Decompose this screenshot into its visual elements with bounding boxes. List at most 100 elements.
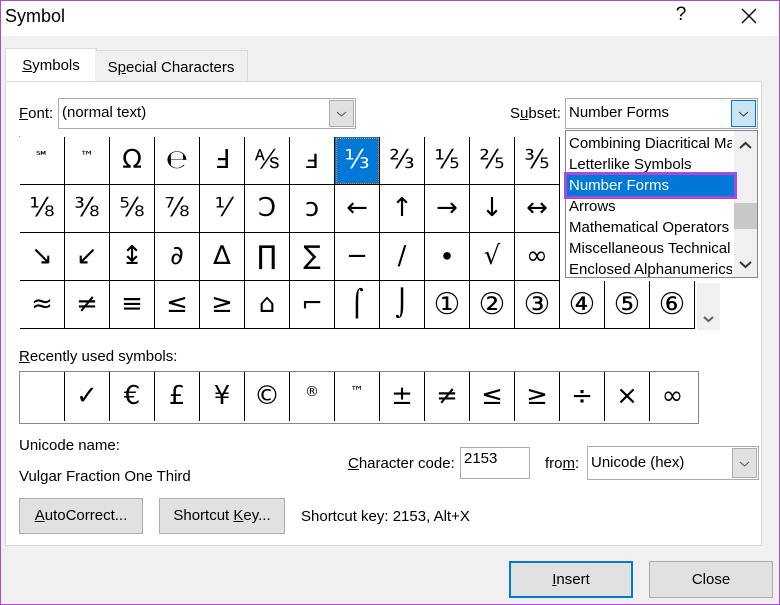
symbol-cell[interactable]: ≥ — [200, 281, 245, 329]
symbol-cell[interactable]: ⑥ — [650, 281, 695, 329]
symbol-cell[interactable]: ∆ — [200, 233, 245, 281]
grid-scrollbar[interactable] — [697, 283, 720, 330]
symbol-cell[interactable]: ∑ — [290, 233, 335, 281]
scroll-down-icon[interactable] — [697, 283, 720, 330]
symbol-cell[interactable]: ∞ — [515, 233, 560, 281]
insert-button[interactable]: Insert — [509, 561, 633, 598]
symbol-cell[interactable]: ⅗ — [515, 137, 560, 185]
symbol-cell[interactable]: − — [335, 233, 380, 281]
scroll-down-icon[interactable] — [734, 255, 757, 275]
symbol-cell[interactable]: → — [425, 185, 470, 233]
symbol-cell[interactable]: ↨ — [110, 233, 155, 281]
symbol-cell[interactable]: ⅝ — [110, 185, 155, 233]
scroll-thumb[interactable] — [734, 203, 757, 229]
recent-symbol-cell[interactable]: ± — [380, 372, 425, 421]
symbol-cell[interactable]: ∕ — [380, 233, 425, 281]
symbol-cell[interactable]: ⅎ — [290, 137, 335, 185]
symbol-cell[interactable]: ⑤ — [605, 281, 650, 329]
recent-symbol-cell[interactable]: ✓ — [65, 372, 110, 421]
tab-special-characters[interactable]: Special Characters — [95, 50, 248, 83]
recent-symbol-cell[interactable]: ™ — [335, 372, 380, 421]
symbol-cell[interactable]: Ↄ — [245, 185, 290, 233]
from-select[interactable]: Unicode (hex) — [587, 446, 759, 480]
recent-symbol-cell[interactable]: ÷ — [560, 372, 605, 421]
recent-symbol-cell[interactable]: € — [110, 372, 155, 421]
subset-select[interactable]: Number Forms — [565, 98, 758, 129]
symbol-cell[interactable]: Ω — [110, 137, 155, 185]
subset-option[interactable]: Number Forms — [564, 172, 737, 199]
symbol-cell[interactable]: ∙ — [425, 233, 470, 281]
symbol-cell[interactable]: ≠ — [65, 281, 110, 329]
symbol-cell[interactable]: ① — [425, 281, 470, 329]
symbol-cell[interactable]: ⌐ — [290, 281, 335, 329]
shortcut-key-button[interactable]: Shortcut Key... — [159, 498, 285, 534]
symbol-cell[interactable]: ② — [470, 281, 515, 329]
help-button[interactable]: ? — [669, 4, 693, 26]
recent-label-text: ecently used symbols: — [29, 348, 178, 365]
symbol-cell[interactable]: ← — [335, 185, 380, 233]
symbol-cell[interactable]: ↘ — [20, 233, 65, 281]
symbol-cell[interactable]: ⅞ — [155, 185, 200, 233]
tab-symbols-label: ymbols — [32, 57, 80, 74]
subset-dropdown-button[interactable] — [731, 100, 756, 127]
dropdown-scrollbar[interactable] — [734, 131, 757, 277]
symbol-cell[interactable]: ③ — [515, 281, 560, 329]
from-dropdown-button[interactable] — [732, 448, 757, 478]
symbol-cell[interactable]: ⅜ — [65, 185, 110, 233]
scroll-up-icon[interactable] — [734, 135, 757, 155]
recent-symbol-cell[interactable]: × — [605, 372, 650, 421]
symbol-cell[interactable]: ↑ — [380, 185, 425, 233]
symbol-cell[interactable]: ≤ — [155, 281, 200, 329]
character-code-input[interactable]: 2153 — [460, 447, 530, 479]
recent-symbol-cell[interactable]: ≥ — [515, 372, 560, 421]
subset-option[interactable]: Letterlike Symbols — [569, 154, 732, 175]
subset-option[interactable]: Miscellaneous Technical — [569, 238, 732, 259]
symbol-cell[interactable]: ↓ — [470, 185, 515, 233]
recent-symbol-cell[interactable]: ∞ — [650, 372, 695, 421]
subset-dropdown-list: Combining Diacritical MarksLetterlike Sy… — [564, 130, 758, 280]
symbol-cell[interactable]: ⅖ — [470, 137, 515, 185]
symbol-cell[interactable]: ⅍ — [245, 137, 290, 185]
symbol-cell[interactable]: ≈ — [20, 281, 65, 329]
symbol-cell[interactable]: ↙ — [65, 233, 110, 281]
symbol-cell[interactable]: Ⅎ — [200, 137, 245, 185]
symbol-cell[interactable]: ℠ — [20, 137, 65, 185]
symbol-cell[interactable]: ™ — [65, 137, 110, 185]
symbol-cell[interactable]: ⅟ — [200, 185, 245, 233]
recent-symbol-cell[interactable] — [20, 372, 65, 421]
symbol-cell[interactable]: ∏ — [245, 233, 290, 281]
symbol-cell[interactable]: ⌡ — [380, 281, 425, 329]
symbol-cell[interactable]: ⅓ — [335, 137, 380, 185]
shortcut-label-post: ey... — [243, 507, 271, 524]
autocorrect-button[interactable]: AutoCorrect... — [19, 498, 143, 534]
recent-symbol-cell[interactable]: ≤ — [470, 372, 515, 421]
recent-symbol-cell[interactable]: © — [245, 372, 290, 421]
symbol-cell[interactable]: ⅕ — [425, 137, 470, 185]
symbol-cell[interactable]: ≡ — [110, 281, 155, 329]
chevron-down-icon — [738, 111, 749, 117]
recent-symbol-cell[interactable]: ≠ — [425, 372, 470, 421]
symbol-cell[interactable]: ↄ — [290, 185, 335, 233]
recent-symbol-cell[interactable]: £ — [155, 372, 200, 421]
symbol-cell[interactable]: √ — [470, 233, 515, 281]
font-select[interactable]: (normal text) — [58, 98, 356, 129]
subset-option[interactable]: Mathematical Operators — [569, 217, 732, 238]
recent-symbol-cell[interactable]: ® — [290, 372, 335, 421]
symbol-cell[interactable]: ⌂ — [245, 281, 290, 329]
subset-option[interactable]: Enclosed Alphanumerics — [569, 259, 732, 280]
symbol-cell[interactable]: ∂ — [155, 233, 200, 281]
tab-symbols[interactable]: Symbols — [5, 48, 97, 83]
symbol-cell[interactable]: ④ — [560, 281, 605, 329]
symbol-cell[interactable]: ⌠ — [335, 281, 380, 329]
close-button[interactable]: Close — [649, 561, 773, 598]
recent-symbol-cell[interactable]: ¥ — [200, 372, 245, 421]
subset-option[interactable]: Arrows — [569, 196, 732, 217]
symbol-cell[interactable]: ℮ — [155, 137, 200, 185]
symbol-dialog: Symbol ? Symbols Special Characters Font… — [0, 0, 780, 605]
symbol-cell[interactable]: ↔ — [515, 185, 560, 233]
symbol-cell[interactable]: ⅛ — [20, 185, 65, 233]
symbol-cell[interactable]: ⅔ — [380, 137, 425, 185]
close-icon[interactable] — [737, 4, 761, 28]
subset-option[interactable]: Combining Diacritical Marks — [569, 133, 732, 154]
font-dropdown-button[interactable] — [329, 100, 354, 127]
